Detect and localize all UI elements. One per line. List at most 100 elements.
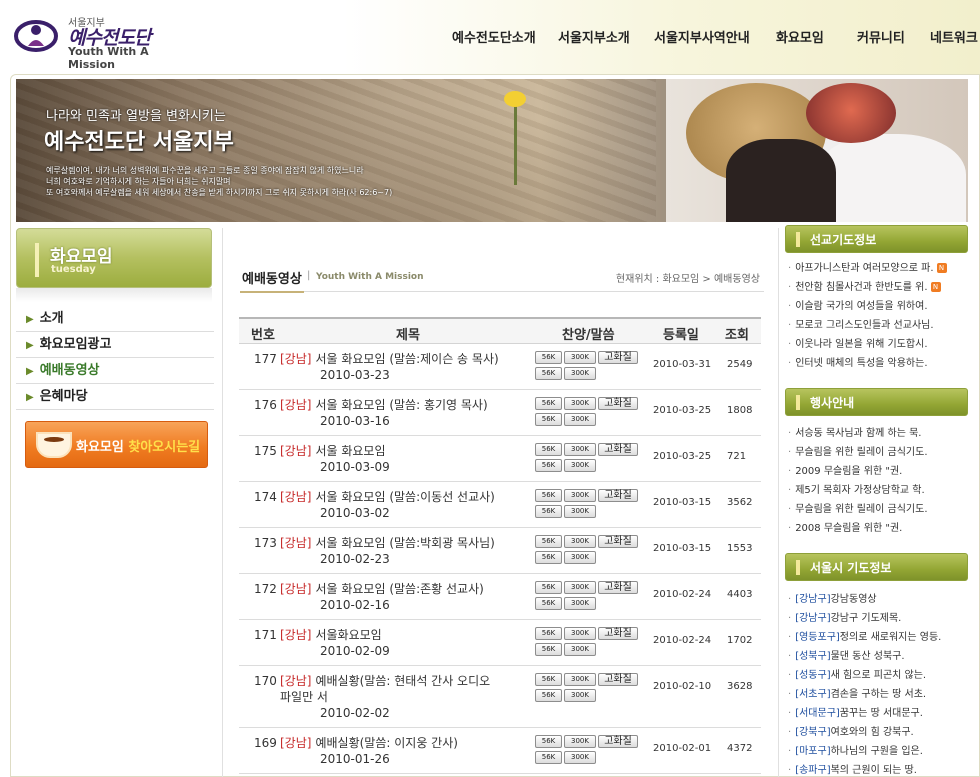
play-hd-button[interactable]: 고화질 <box>598 735 638 748</box>
play-hd-button[interactable]: 고화질 <box>598 627 638 640</box>
list-item[interactable]: · 모로코 그리스도인들과 선교사님. <box>788 316 973 335</box>
play-56k-button[interactable]: 56K <box>535 443 562 456</box>
table-row[interactable]: 172 [강남] 서울 화요모임 (말씀:존황 선교사) 2010-02-16 56K 3… <box>239 574 761 620</box>
list-item[interactable]: · [서초구]겸손을 구하는 땅 서초. <box>788 685 973 704</box>
list-item[interactable]: · [강북구]여호와의 힘 강북구. <box>788 723 973 742</box>
site-logo[interactable]: 서울지부 예수전도단 Youth With A Mission <box>14 12 194 71</box>
row-subject-link[interactable]: [강남] 서울 화요모임 (말씀:박회광 목사님) 2010-02-23 <box>280 535 504 567</box>
nav-item-tuesday[interactable]: 화요모임 <box>776 27 824 46</box>
row-subject-link[interactable]: [강남] 서울 화요모임 (말씀:제이슨 송 목사) 2010-03-23 <box>280 351 504 383</box>
table-row[interactable]: 171 [강남] 서울화요모임 2010-02-09 56K 300K 고화질 56K 300K… <box>239 620 761 666</box>
row-subject-link[interactable]: [강남] 서울 화요모임 (말씀: 홍기영 목사) 2010-03-16 <box>280 397 504 429</box>
play-300k-button[interactable]: 300K <box>564 627 596 640</box>
play-300k-button[interactable]: 300K <box>564 413 596 426</box>
list-item[interactable]: · 인터넷 매체의 특성을 악용하는. <box>788 354 973 373</box>
play-300k-button[interactable]: 300K <box>564 535 596 548</box>
play-300k-button[interactable]: 300K <box>564 751 596 764</box>
list-item[interactable]: · 제5기 목회자 가정상담학교 학. <box>788 481 973 500</box>
nav-item-network[interactable]: 네트워크 <box>930 27 978 46</box>
list-item[interactable]: · [마포구]하나님의 구원을 입은. <box>788 742 973 761</box>
play-56k-button[interactable]: 56K <box>535 551 562 564</box>
row-subject-link[interactable]: [강남] 서울화요모임 2010-02-09 <box>280 627 504 659</box>
play-hd-button[interactable]: 고화질 <box>598 673 638 686</box>
play-56k-button[interactable]: 56K <box>535 413 562 426</box>
play-300k-button[interactable]: 300K <box>564 351 596 364</box>
table-row[interactable]: 176 [강남] 서울 화요모임 (말씀: 홍기영 목사) 2010-03-16 56K… <box>239 390 761 436</box>
row-subject-link[interactable]: [강남] 예배실황(말씀: 현태석 간사 오디오 파일만 서 2010-02-02 <box>280 673 504 721</box>
play-56k-button[interactable]: 56K <box>535 581 562 594</box>
list-item[interactable]: · 이웃나라 일본을 위해 기도합시. <box>788 335 973 354</box>
nav-item-about-ywam[interactable]: 예수전도단소개 <box>452 27 536 46</box>
list-item[interactable]: · 2008 무슬림을 위한 "권. <box>788 519 973 538</box>
list-item[interactable]: · 서승동 목사님과 함께 하는 묵. <box>788 424 973 443</box>
play-56k-button[interactable]: 56K <box>535 505 562 518</box>
nav-item-about-branch[interactable]: 서울지부소개 <box>558 27 630 46</box>
play-56k-button[interactable]: 56K <box>535 735 562 748</box>
play-56k-button[interactable]: 56K <box>535 397 562 410</box>
sidebar-item-grace[interactable]: ▶ 은혜마당 <box>16 384 214 410</box>
play-56k-button[interactable]: 56K <box>535 489 562 502</box>
play-300k-button[interactable]: 300K <box>564 459 596 472</box>
table-row[interactable]: 170 [강남] 예배실황(말씀: 현태석 간사 오디오 파일만 서 2010-02-… <box>239 666 761 728</box>
events-header[interactable]: 행사안내 <box>785 388 968 416</box>
play-hd-button[interactable]: 고화질 <box>598 581 638 594</box>
table-row[interactable]: 177 [강남] 서울 화요모임 (말씀:제이슨 송 목사) 2010-03-23 56… <box>239 344 761 390</box>
directions-button[interactable]: 화요모임 찾아오시는길 <box>25 421 208 468</box>
table-row[interactable]: 169 [강남] 예배실황(말씀: 이지웅 간사) 2010-01-26 56K 300K… <box>239 728 761 774</box>
list-item[interactable]: · 아프가니스탄과 여러모양으로 파. N <box>788 259 973 278</box>
play-300k-button[interactable]: 300K <box>564 581 596 594</box>
play-300k-button[interactable]: 300K <box>564 489 596 502</box>
list-item[interactable]: · 천안함 침몰사건과 한반도를 위. N <box>788 278 973 297</box>
sidebar-item-announcements[interactable]: ▶ 화요모임광고 <box>16 332 214 358</box>
play-hd-button[interactable]: 고화질 <box>598 443 638 456</box>
row-subject-link[interactable]: [강남] 서울 화요모임 (말씀:이동선 선교사) 2010-03-02 <box>280 489 504 521</box>
list-item[interactable]: · [영등포구]정의로 새로워지는 영등. <box>788 628 973 647</box>
sidebar-item-intro[interactable]: ▶ 소개 <box>16 306 214 332</box>
table-row[interactable]: 175 [강남] 서울 화요모임 2010-03-09 56K 300K 고화질 56K 300… <box>239 436 761 482</box>
row-subject-link[interactable]: [강남] 서울 화요모임 2010-03-09 <box>280 443 504 475</box>
seoul-prayer-header[interactable]: 서울시 기도정보 <box>785 553 968 581</box>
play-56k-button[interactable]: 56K <box>535 535 562 548</box>
play-56k-button[interactable]: 56K <box>535 643 562 656</box>
sidebar-item-worship-video[interactable]: ▶ 예배동영상 <box>16 358 214 384</box>
play-56k-button[interactable]: 56K <box>535 751 562 764</box>
play-56k-button[interactable]: 56K <box>535 627 562 640</box>
table-row[interactable]: 173 [강남] 서울 화요모임 (말씀:박회광 목사님) 2010-02-23 56K… <box>239 528 761 574</box>
play-56k-button[interactable]: 56K <box>535 459 562 472</box>
play-300k-button[interactable]: 300K <box>564 643 596 656</box>
play-hd-button[interactable]: 고화질 <box>598 489 638 502</box>
mission-prayer-header[interactable]: 선교기도정보 <box>785 225 968 253</box>
play-56k-button[interactable]: 56K <box>535 673 562 686</box>
list-item[interactable]: · [성동구]새 힘으로 피곤치 않는. <box>788 666 973 685</box>
play-300k-button[interactable]: 300K <box>564 551 596 564</box>
play-300k-button[interactable]: 300K <box>564 505 596 518</box>
play-300k-button[interactable]: 300K <box>564 397 596 410</box>
play-hd-button[interactable]: 고화질 <box>598 397 638 410</box>
play-56k-button[interactable]: 56K <box>535 689 562 702</box>
list-item[interactable]: · 무슬림을 위한 릴레이 금식기도. <box>788 500 973 519</box>
list-item[interactable]: · [강남구]강남동영상 <box>788 590 973 609</box>
list-item[interactable]: · 이슬람 국가의 여성들을 위하여. <box>788 297 973 316</box>
list-item[interactable]: · [성북구]물댄 동산 성북구. <box>788 647 973 666</box>
play-300k-button[interactable]: 300K <box>564 597 596 610</box>
nav-item-community[interactable]: 커뮤니티 <box>857 27 905 46</box>
row-subject-link[interactable]: [강남] 서울 화요모임 (말씀:존황 선교사) 2010-02-16 <box>280 581 504 613</box>
play-300k-button[interactable]: 300K <box>564 367 596 380</box>
play-300k-button[interactable]: 300K <box>564 443 596 456</box>
play-300k-button[interactable]: 300K <box>564 689 596 702</box>
play-56k-button[interactable]: 56K <box>535 597 562 610</box>
list-item[interactable]: · [강남구]강남구 기도제목. <box>788 609 973 628</box>
list-item[interactable]: · [서대문구]꿈꾸는 땅 서대문구. <box>788 704 973 723</box>
row-subject-link[interactable]: [강남] 예배실황(말씀: 이지웅 간사) 2010-01-26 <box>280 735 504 767</box>
play-56k-button[interactable]: 56K <box>535 351 562 364</box>
play-56k-button[interactable]: 56K <box>535 367 562 380</box>
list-item[interactable]: · [송파구]복의 근원이 되는 땅. <box>788 761 973 777</box>
play-hd-button[interactable]: 고화질 <box>598 535 638 548</box>
list-item[interactable]: · 무슬림을 위한 릴레이 금식기도. <box>788 443 973 462</box>
table-row[interactable]: 174 [강남] 서울 화요모임 (말씀:이동선 선교사) 2010-03-02 56K… <box>239 482 761 528</box>
play-300k-button[interactable]: 300K <box>564 735 596 748</box>
play-300k-button[interactable]: 300K <box>564 673 596 686</box>
play-hd-button[interactable]: 고화질 <box>598 351 638 364</box>
list-item[interactable]: · 2009 무슬림을 위한 "권. <box>788 462 973 481</box>
nav-item-ministry[interactable]: 서울지부사역안내 <box>654 27 750 46</box>
